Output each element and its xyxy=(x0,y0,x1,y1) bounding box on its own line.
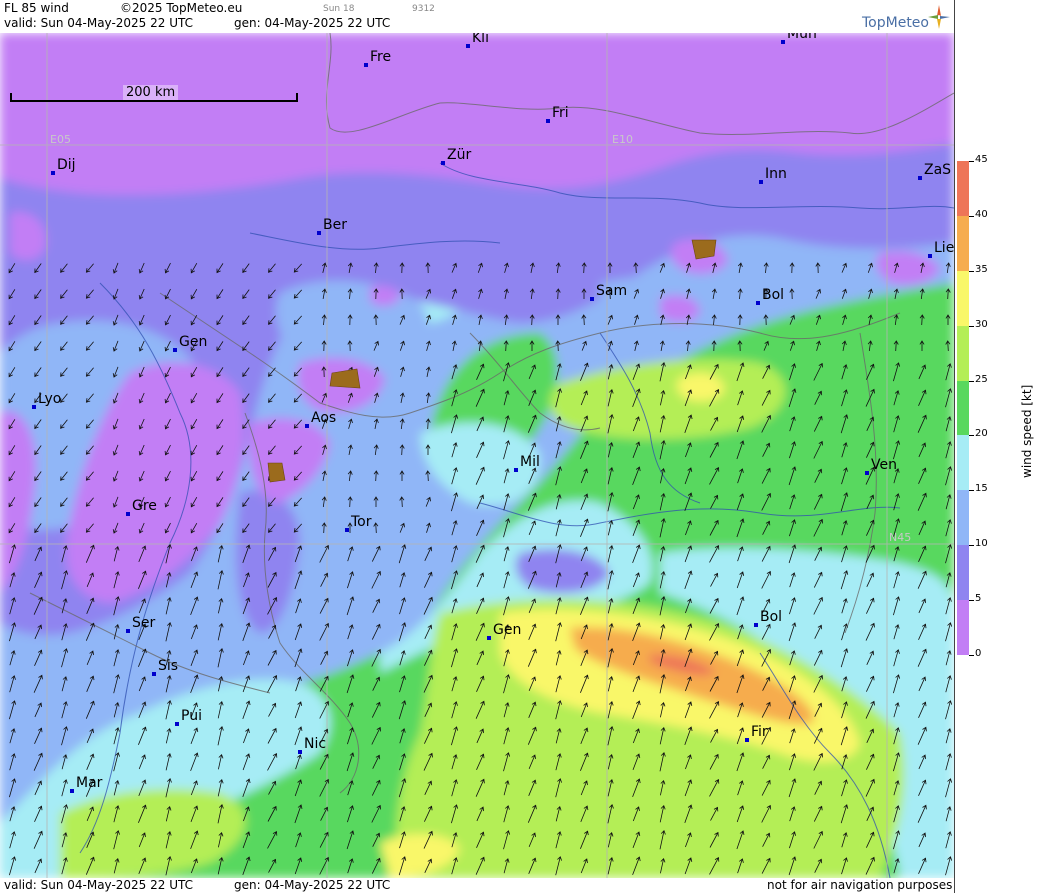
legend-tick xyxy=(969,380,974,382)
city-label: Nic xyxy=(304,736,326,752)
generated-time: gen: 04-May-2025 22 UTC xyxy=(234,16,391,30)
city-label: Sam xyxy=(596,283,627,299)
legend-tick-label: 45 xyxy=(975,154,988,165)
product-title: FL 85 wind xyxy=(4,1,69,15)
legend-tick-label: 15 xyxy=(975,483,988,495)
compass-logo-icon xyxy=(928,5,950,29)
legend-tick-label: 30 xyxy=(975,318,988,330)
city-label: Fri xyxy=(552,105,569,121)
legend-tick-label: 35 xyxy=(975,263,988,275)
city-label: ZaS xyxy=(924,162,951,178)
city-label: Pui xyxy=(181,708,202,724)
legend-title: wind speed [kt] xyxy=(1020,384,1034,478)
city-label: Tor xyxy=(350,514,372,530)
city-label: Lie xyxy=(934,240,954,256)
city-label: Bol xyxy=(762,287,784,303)
wind-map[interactable]: Kli Mün Fre Fri Dij Zür Inn ZaS Ber Lie Sam Bol Gen L… xyxy=(0,33,954,878)
legend-swatch-20-25 xyxy=(957,380,969,436)
city-label: Ber xyxy=(323,217,347,233)
header: FL 85 wind ©2025 TopMeteo.eu Sun 18 9312… xyxy=(0,0,954,33)
city-label: Ser xyxy=(132,615,156,631)
legend-tick xyxy=(969,270,974,272)
legend-tick xyxy=(969,600,974,602)
legend-tick xyxy=(969,655,974,656)
city-label: Sis xyxy=(158,658,178,674)
copyright: ©2025 TopMeteo.eu xyxy=(120,1,243,15)
grid-label-e10: E10 xyxy=(612,133,633,146)
color-scale-bar xyxy=(957,161,969,655)
disclaimer: not for air navigation purposes xyxy=(767,878,953,892)
legend-tick-label: 20 xyxy=(975,428,988,440)
legend-tick xyxy=(969,215,974,217)
legend-swatch-35-40 xyxy=(957,215,969,271)
city-label: Lyo xyxy=(38,391,61,407)
city-label: Aos xyxy=(311,410,336,426)
legend-tick-label: 25 xyxy=(975,373,988,385)
legend-tick xyxy=(969,490,974,492)
city-label: Fir xyxy=(751,724,768,740)
scale-bar: 200 km xyxy=(8,85,298,105)
sun-label: Sun 18 xyxy=(323,4,355,14)
city-marker[interactable]: Gen xyxy=(487,622,521,640)
terrain-above-level xyxy=(691,239,717,260)
city-label: Kli xyxy=(472,33,489,46)
city-marker[interactable]: Gen xyxy=(173,334,207,352)
city-label: Dij xyxy=(57,157,76,173)
legend-tick-label: 0 xyxy=(975,648,982,659)
legend-swatch-15-20 xyxy=(957,435,969,491)
scale-label: 200 km xyxy=(123,85,179,100)
footer-generated-time: gen: 04-May-2025 22 UTC xyxy=(234,878,391,892)
city-label: Fre xyxy=(370,49,391,65)
city-marker[interactable]: Sam xyxy=(590,283,627,301)
legend-tick-label: 10 xyxy=(975,538,988,550)
brand-name: TopMeteo xyxy=(862,15,929,31)
legend-tick xyxy=(969,325,974,327)
footer: valid: Sun 04-May-2025 22 UTC gen: 04-Ma… xyxy=(0,878,954,893)
city-label: Zür xyxy=(447,147,471,163)
legend-tick-label: 5 xyxy=(975,593,982,605)
legend-swatch-25-30 xyxy=(957,325,969,381)
grid-label-n45: N45 xyxy=(889,531,911,544)
legend-swatch-40-45 xyxy=(957,161,969,216)
legend-swatch-30-35 xyxy=(957,270,969,326)
legend-tick xyxy=(969,435,974,437)
terrain-above-level xyxy=(267,462,286,483)
legend-swatch-0-5 xyxy=(957,600,969,655)
city-label: Mar xyxy=(76,775,103,791)
city-label: Bol xyxy=(760,609,782,625)
city-label: Gen xyxy=(179,334,207,350)
city-label: Mün xyxy=(787,33,817,42)
footer-valid-time: valid: Sun 04-May-2025 22 UTC xyxy=(4,878,193,892)
legend-tick xyxy=(969,161,974,162)
city-label: Gre xyxy=(132,498,157,514)
product-code: 9312 xyxy=(412,4,435,14)
city-label: Mil xyxy=(520,454,540,470)
city-label: Ven xyxy=(871,457,897,473)
city-label: Gen xyxy=(493,622,521,638)
city-label: Inn xyxy=(765,166,787,182)
valid-time: valid: Sun 04-May-2025 22 UTC xyxy=(4,16,193,30)
legend-tick-label: 40 xyxy=(975,208,988,220)
legend-swatch-5-10 xyxy=(957,545,969,601)
grid-label-e05: E05 xyxy=(50,133,71,146)
legend-swatch-10-15 xyxy=(957,490,969,546)
legend-tick xyxy=(969,545,974,547)
wind-speed-map-canvas: Kli Mün Fre Fri Dij Zür Inn ZaS Ber Lie Sam Bol Gen L… xyxy=(0,33,954,878)
